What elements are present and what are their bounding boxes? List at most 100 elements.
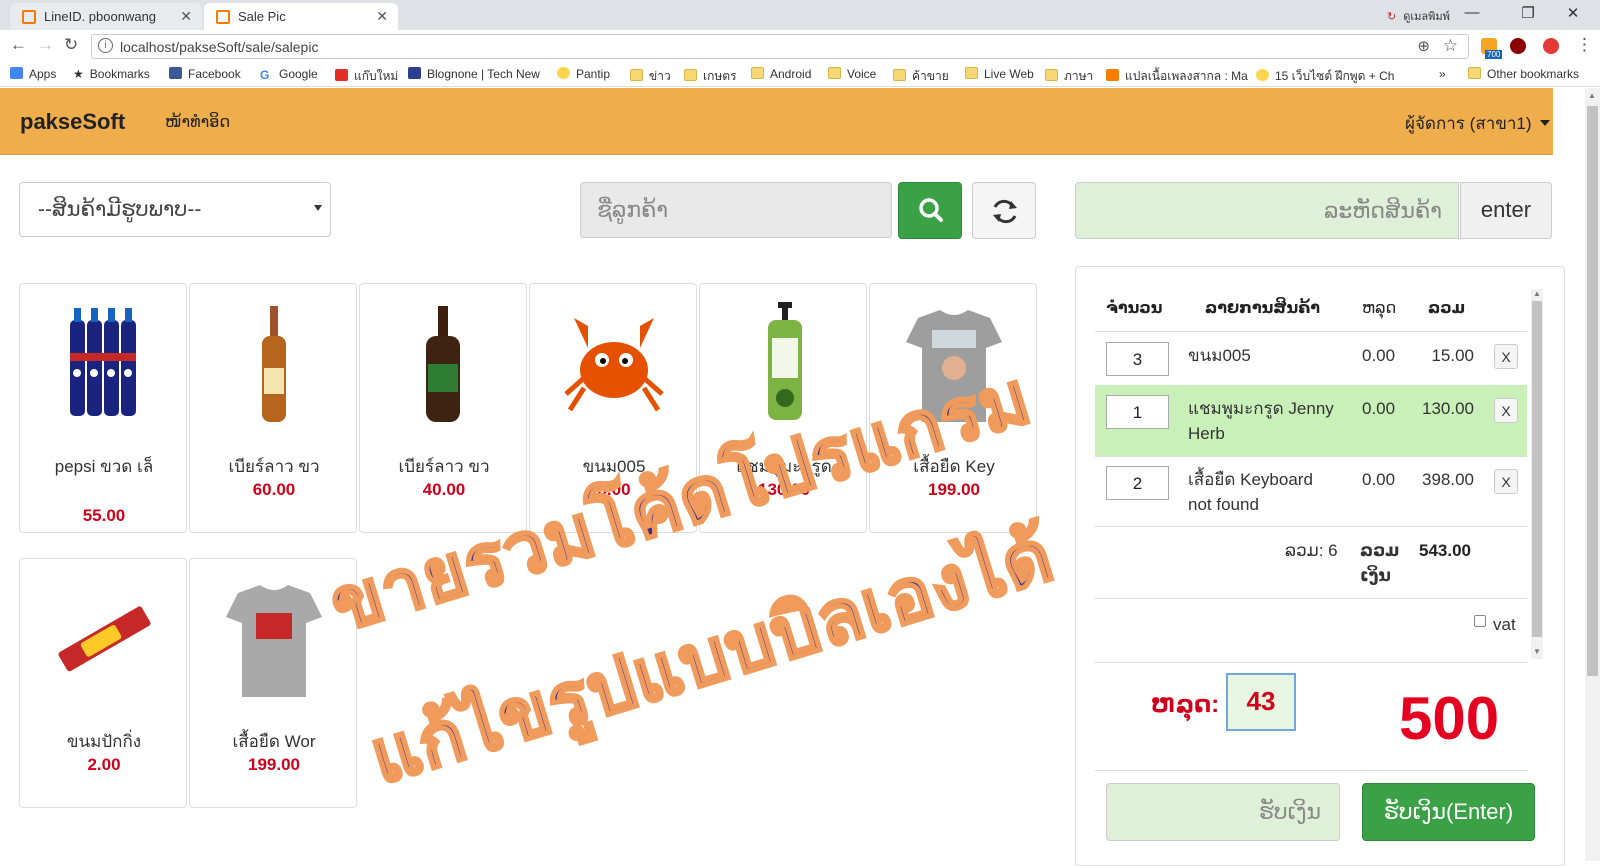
- brand-logo[interactable]: pakseSoft: [20, 109, 125, 135]
- payment-amount-input[interactable]: ຮັບເງິນ: [1106, 783, 1340, 841]
- site-favicon-icon: [22, 10, 36, 24]
- close-tab-icon[interactable]: ✕: [180, 3, 192, 30]
- scroll-up-icon[interactable]: ▲: [1533, 289, 1541, 298]
- nav-home-link[interactable]: ໜ້າທຳອິດ: [165, 112, 230, 132]
- refresh-button[interactable]: [972, 182, 1036, 239]
- product-card[interactable]: ขนมปักกิ่ง 2.00: [19, 558, 187, 808]
- product-price: 55.00: [82, 506, 126, 525]
- enter-button[interactable]: enter: [1460, 182, 1552, 239]
- cart-qty-input[interactable]: 1: [1106, 395, 1169, 429]
- folder-icon: [1045, 69, 1058, 81]
- back-icon[interactable]: ←: [10, 35, 27, 55]
- bookmarks-bar: Apps ★ Bookmarks Facebook G Google แก๊บใหม…: [0, 62, 1600, 87]
- tab-title: Sale Pic: [238, 9, 286, 24]
- bookmark-label: ภาษา: [1064, 69, 1094, 83]
- grand-total: 500: [1399, 685, 1500, 752]
- browser-tab[interactable]: LineID. pboonwang ✕: [10, 3, 202, 30]
- page-scrollbar[interactable]: ▲: [1585, 88, 1600, 861]
- minimize-icon[interactable]: —: [1462, 4, 1482, 21]
- cart-item-discount: 0.00: [1362, 399, 1396, 418]
- discount-input[interactable]: 43: [1226, 673, 1296, 731]
- chrome-extension-icon[interactable]: [1543, 38, 1559, 54]
- bookmark-other[interactable]: Other bookmarks: [1468, 67, 1579, 81]
- scroll-down-icon[interactable]: ▼: [1533, 647, 1541, 656]
- bookmark-google[interactable]: G Google: [260, 67, 318, 81]
- bookmark-label: 15 เว็บไซต์ ฝึกพูด + Ch: [1275, 69, 1395, 83]
- folder-icon: [828, 67, 841, 79]
- close-window-icon[interactable]: ✕: [1563, 4, 1583, 22]
- search-icon: [919, 198, 943, 222]
- product-card[interactable]: pepsi ขวด เล็ 55.00: [19, 283, 187, 533]
- bookmark-folder[interactable]: Voice: [828, 67, 876, 81]
- folder-icon: [630, 69, 643, 81]
- browser-tab-active[interactable]: Sale Pic ✕: [204, 3, 398, 30]
- bookmark-youtube[interactable]: แก๊บใหม่: [335, 67, 398, 86]
- scroll-up-icon[interactable]: ▲: [1588, 91, 1596, 100]
- product-code-input[interactable]: ລະຫັດສິນຄ້າ: [1075, 182, 1459, 239]
- search-button[interactable]: [898, 182, 962, 239]
- user-menu[interactable]: ผู้จัดการ (สาขา1): [1405, 110, 1550, 137]
- bookmark-folder[interactable]: ค้าขาย: [893, 67, 949, 86]
- remove-item-button[interactable]: X: [1494, 344, 1518, 369]
- forward-icon[interactable]: →: [37, 35, 54, 55]
- folder-icon: [965, 67, 978, 79]
- beerlao-dark-bottle-image: [426, 306, 460, 422]
- bookmark-folder[interactable]: ภาษา: [1045, 67, 1093, 86]
- ublock-extension-icon[interactable]: [1510, 38, 1526, 54]
- bookmark-label: Pantip: [576, 67, 611, 81]
- cart-item-name: ขนม005: [1188, 346, 1251, 365]
- bookmark-label: Android: [770, 67, 812, 81]
- scrollbar-thumb[interactable]: [1532, 301, 1542, 637]
- bookmark-pantip[interactable]: Pantip: [557, 67, 610, 81]
- cart-qty-input[interactable]: 2: [1106, 466, 1169, 500]
- cart-subtotal: 543.00: [1419, 541, 1471, 560]
- category-select[interactable]: --ສິນຄ້າມີຮູບພາບ--: [19, 182, 331, 237]
- bookmark-smiley[interactable]: 15 เว็บไซต์ ฝึกพูด + Ch: [1256, 67, 1394, 86]
- divider: [1095, 598, 1527, 599]
- cart-qty-input[interactable]: 3: [1106, 342, 1169, 376]
- remove-item-button[interactable]: X: [1494, 469, 1518, 494]
- youtube-icon: [335, 69, 348, 81]
- bookmarks-overflow-icon[interactable]: »: [1439, 67, 1446, 81]
- cart-scrollbar[interactable]: ▲ ▼: [1531, 289, 1543, 659]
- bookmark-label: แปลเนื้อเพลงสากล : Ma: [1125, 69, 1248, 83]
- folder-icon: [893, 69, 906, 81]
- bookmark-blognone[interactable]: Blognone | Tech New: [408, 67, 540, 81]
- product-card[interactable]: เบียร์ลาว ขว 60.00: [189, 283, 357, 533]
- customer-name-input[interactable]: ຊື່ລູກຄ້າ: [580, 182, 892, 238]
- app-navbar: pakseSoft ໜ້າທຳອິດ ผู้จัดการ (สาขา1): [0, 88, 1553, 155]
- maximize-icon[interactable]: ❐: [1518, 4, 1538, 22]
- bookmark-label: Other bookmarks: [1487, 67, 1580, 81]
- bookmark-folder[interactable]: Android: [751, 67, 811, 81]
- remove-item-button[interactable]: X: [1494, 398, 1518, 423]
- discount-label: ຫລຸດ:: [1151, 691, 1220, 718]
- bookmark-folder[interactable]: Live Web: [965, 67, 1034, 81]
- bookmark-star-icon[interactable]: ☆: [1443, 36, 1458, 56]
- folder-icon: [1468, 67, 1481, 79]
- close-tab-icon[interactable]: ✕: [376, 3, 388, 30]
- url-text[interactable]: localhost/pakseSoft/sale/salepic: [120, 39, 318, 55]
- bookmark-blogger[interactable]: แปลเนื้อเพลงสากล : Ma: [1106, 67, 1248, 86]
- bookmark-apps[interactable]: Apps: [10, 67, 56, 81]
- vat-checkbox[interactable]: [1474, 615, 1486, 627]
- reload-icon[interactable]: ↻: [64, 35, 78, 55]
- browser-profile[interactable]: ↻ ดูเมลพิมพ์: [1387, 7, 1450, 25]
- bookmark-label: Apps: [29, 67, 57, 81]
- bookmark-folder[interactable]: ข่าว: [630, 67, 671, 86]
- zoom-icon[interactable]: ⊕: [1417, 37, 1430, 55]
- menu-kebab-icon[interactable]: ⋮: [1576, 35, 1593, 55]
- vat-label: vat: [1493, 615, 1516, 634]
- divider: [1095, 770, 1527, 771]
- bookmark-bookmarks[interactable]: ★ Bookmarks: [73, 67, 150, 81]
- snack-bar-image: [58, 606, 151, 672]
- omnibox[interactable]: i localhost/pakseSoft/sale/salepic ⊕ ☆: [91, 34, 1469, 59]
- select-arrow-icon: [314, 205, 322, 211]
- scrollbar-thumb[interactable]: [1587, 106, 1598, 676]
- receive-payment-button[interactable]: ຮັບເງິນ(Enter): [1362, 783, 1535, 841]
- extension-badge: 700: [1485, 50, 1503, 59]
- bookmark-folder[interactable]: เกษตร: [684, 67, 737, 86]
- product-price: 2.00: [87, 755, 121, 774]
- info-icon[interactable]: i: [98, 38, 113, 53]
- bookmark-facebook[interactable]: Facebook: [169, 67, 241, 81]
- bookmark-label: Blognone | Tech New: [427, 67, 540, 81]
